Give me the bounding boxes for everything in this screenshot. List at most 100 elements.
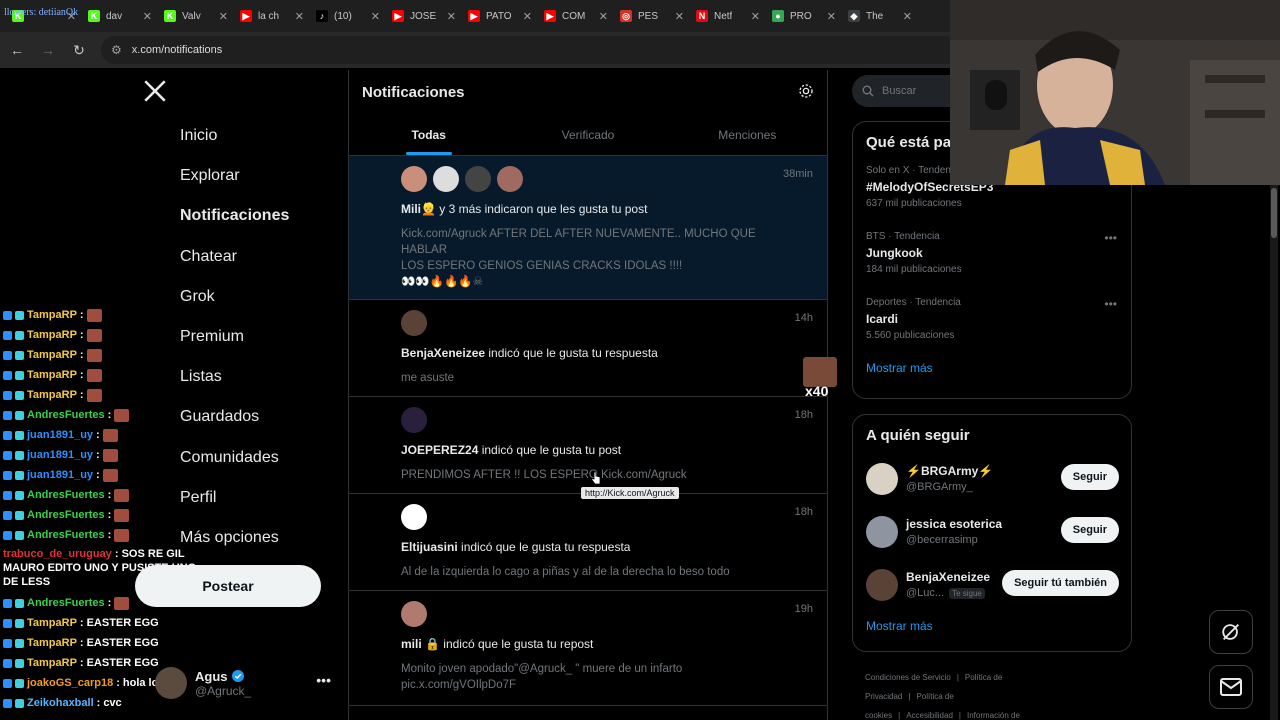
notification-preview[interactable]: Monito joven apodado"@Agruck_ " muere de…	[401, 661, 813, 693]
browser-tab[interactable]: ▶ COM ✕	[538, 2, 614, 30]
tab-label: la ch	[258, 10, 280, 22]
post-button[interactable]: Postear	[135, 565, 321, 607]
tab-close-icon[interactable]: ✕	[827, 10, 836, 23]
browser-tab[interactable]: K Valv ✕	[158, 2, 234, 30]
chat-separator: :	[107, 489, 112, 501]
tab-close-icon[interactable]: ✕	[599, 10, 608, 23]
more-icon[interactable]: •••	[1104, 231, 1117, 245]
back-icon[interactable]: ←	[3, 36, 31, 64]
browser-tab[interactable]: ▶ PATO ✕	[462, 2, 538, 30]
trend-item[interactable]: BTS · Tendencia Jungkook 184 mil publicaci…	[853, 225, 1131, 291]
tab-label: COM	[562, 10, 586, 22]
x-logo-icon[interactable]	[142, 78, 168, 104]
chat-username: trabuco_de_uruguay	[3, 548, 112, 560]
more-icon[interactable]: •••	[316, 672, 331, 688]
browser-tab[interactable]: ◆ The ✕	[842, 2, 918, 30]
tab-close-icon[interactable]: ✕	[371, 10, 380, 23]
heart-icon	[371, 312, 393, 334]
notification-item[interactable]: 18h Eltijuasini indicó que le gusta tu re…	[349, 494, 827, 591]
tab-menciones[interactable]: Menciones	[668, 114, 827, 155]
tab-close-icon[interactable]: ✕	[523, 10, 532, 23]
preview-line: HABLAR	[401, 244, 448, 256]
avatar[interactable]	[866, 462, 898, 495]
footer-link[interactable]: Condiciones de Servicio	[865, 673, 951, 682]
chat-badge-icon	[15, 678, 24, 688]
notification-preview[interactable]: Kick.com/Agruck AFTER DEL AFTER NUEVAMEN…	[401, 226, 813, 290]
chat-separator: :	[107, 529, 112, 541]
chat-username: AndresFuertes	[27, 597, 105, 609]
browser-tab[interactable]: N Netf ✕	[690, 2, 766, 30]
site-info-icon[interactable]: ⚙	[111, 43, 122, 57]
tab-close-icon[interactable]: ✕	[751, 10, 760, 23]
sidebar-item-inicio[interactable]: Inicio	[130, 116, 217, 156]
tab-label: PATO	[486, 10, 512, 22]
browser-tab[interactable]: ▶ JOSE ✕	[386, 2, 462, 30]
sidebar-item-notificaciones[interactable]: Notificaciones	[130, 196, 289, 236]
chat-message: juan1891_uy :	[0, 445, 210, 465]
notification-preview[interactable]: Al de la izquierda lo cago a piñas y al …	[401, 564, 813, 580]
tab-close-icon[interactable]: ✕	[447, 10, 456, 23]
avatar[interactable]	[401, 166, 427, 192]
preview-line: PRENDIMOS AFTER !! LOS ESPERO Kick.com/A…	[401, 469, 687, 481]
sidebar-item-explorar[interactable]: Explorar	[130, 156, 240, 196]
tab-close-icon[interactable]: ✕	[219, 10, 228, 23]
scrollbar-track[interactable]	[1270, 185, 1278, 720]
notification-item[interactable]: 19h mili 🔒 indicó que le gusta tu repost M…	[349, 591, 827, 706]
avatar[interactable]	[401, 601, 427, 627]
suggestion-handle: @becerrasimp	[906, 534, 978, 546]
avatar[interactable]	[401, 407, 427, 433]
follow-button[interactable]: Seguir	[1060, 517, 1119, 543]
tab-close-icon[interactable]: ✕	[295, 10, 304, 23]
avatar[interactable]	[401, 504, 427, 530]
tab-todas[interactable]: Todas	[349, 114, 508, 155]
notification-actor[interactable]: BenjaXeneizee	[401, 346, 485, 360]
trend-item[interactable]: Deportes · Tendencia Icardi 5.560 publicac…	[853, 291, 1131, 357]
avatar[interactable]	[465, 166, 491, 192]
show-more-link[interactable]: Mostrar más	[853, 357, 1131, 385]
browser-tab[interactable]: ▶ la ch ✕	[234, 2, 310, 30]
notification-actor[interactable]: mili 🔒	[401, 637, 440, 651]
tab-verificado[interactable]: Verificado	[508, 114, 667, 155]
suggestion-handle-row: @Luc... Te sigue	[906, 587, 990, 599]
notification-preview[interactable]: me asuste	[401, 370, 813, 386]
notification-actor[interactable]: Mili👱	[401, 202, 436, 216]
avatar[interactable]	[401, 310, 427, 336]
footer-link[interactable]: Accesibilidad	[906, 711, 953, 720]
more-icon[interactable]: •••	[1104, 297, 1117, 311]
messages-button[interactable]	[1209, 665, 1253, 709]
forward-icon[interactable]: →	[34, 36, 62, 64]
grok-button[interactable]	[1209, 610, 1253, 654]
chat-separator: :	[107, 597, 112, 609]
notification-actor[interactable]: JOEPEREZ24	[401, 443, 478, 457]
avatar[interactable]	[433, 166, 459, 192]
avatar[interactable]	[866, 515, 898, 548]
scrollbar-thumb[interactable]	[1271, 188, 1277, 238]
notification-actor[interactable]: Eltijuasini	[401, 540, 458, 554]
browser-tab[interactable]: ◎ PES ✕	[614, 2, 690, 30]
tab-label: Valv	[182, 10, 201, 22]
who-show-more-link[interactable]: Mostrar más	[853, 611, 1131, 643]
chat-username: Zeikohaxball	[27, 697, 94, 709]
tab-close-icon[interactable]: ✕	[903, 10, 912, 23]
notification-item[interactable]: 14h BenjaXeneizee indicó que le gusta tu …	[349, 300, 827, 397]
follow-button[interactable]: Seguir tú también	[1002, 570, 1119, 596]
browser-tab[interactable]: ♪ (10) ✕	[310, 2, 386, 30]
follow-button[interactable]: Seguir	[1060, 464, 1119, 490]
follow-suggestion[interactable]: jessica esoterica @becerrasimp Seguir	[853, 505, 1131, 558]
notification-preview[interactable]: PRENDIMOS AFTER !! LOS ESPERO Kick.com/A…	[401, 467, 813, 483]
avatar[interactable]	[497, 166, 523, 192]
avatar[interactable]	[866, 568, 898, 601]
follow-suggestion[interactable]: ⚡BRGArmy⚡ @BRGArmy_ Seguir	[853, 452, 1131, 505]
url-input[interactable]: ⚙ x.com/notifications	[101, 36, 961, 64]
gear-icon[interactable]	[797, 82, 815, 100]
sidebar-item-chatear[interactable]: Chatear	[130, 237, 237, 277]
account-switcher[interactable]: Agus @Agruck_ •••	[155, 660, 335, 706]
tab-close-icon[interactable]: ✕	[143, 10, 152, 23]
follow-suggestion[interactable]: BenjaXeneizee @Luc... Te sigue Seguir tú ta…	[853, 558, 1131, 611]
notification-item[interactable]: 18h JOEPEREZ24 indicó que le gusta tu pos…	[349, 397, 827, 494]
browser-tab[interactable]: Kdav ✕	[82, 2, 158, 30]
tab-close-icon[interactable]: ✕	[675, 10, 684, 23]
reload-icon[interactable]: ↻	[65, 36, 93, 64]
browser-tab[interactable]: ● PRO ✕	[766, 2, 842, 30]
notification-item[interactable]: 38min Mili👱 y 3 más indicaron que les gus…	[349, 156, 827, 300]
